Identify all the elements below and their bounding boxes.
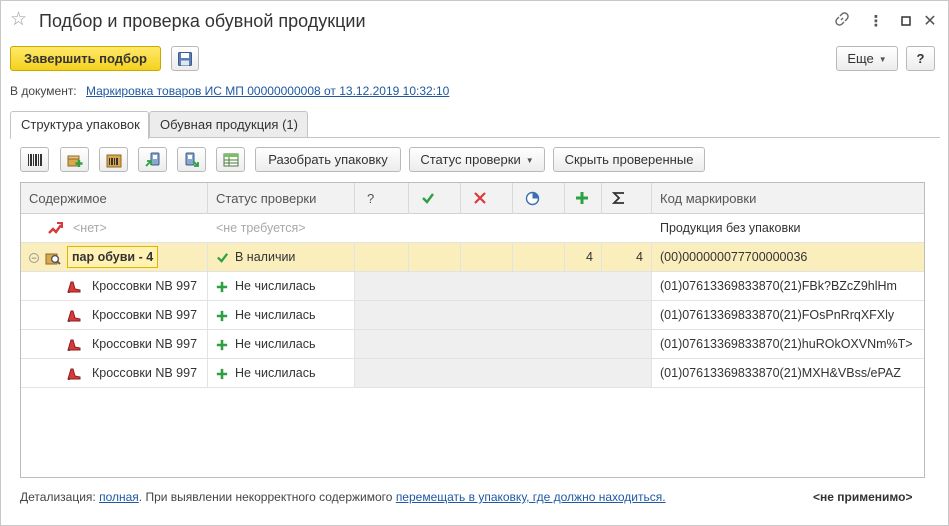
row-content: Кроссовки NB 997 (92, 279, 198, 293)
row-content: <нет> (73, 221, 107, 235)
document-prefix: В документ: (10, 84, 77, 98)
row-added-count: 4 (586, 250, 593, 264)
hide-checked-button[interactable]: Скрыть проверенные (553, 147, 705, 172)
column-header-code[interactable]: Код маркировки (652, 183, 924, 214)
row-content: Кроссовки NB 997 (92, 366, 198, 380)
table-row-selected[interactable]: − пар обуви - 4 В наличии 4 4 (00)000000… (21, 243, 924, 272)
clock-icon (525, 191, 540, 206)
package-add-icon (67, 155, 83, 167)
check-status-button[interactable]: Статус проверки ▼ (409, 147, 545, 172)
column-header-status[interactable]: Статус проверки (208, 183, 355, 214)
document-line: В документ: Маркировка товаров ИС МП 000… (10, 84, 449, 98)
tab-panel-border (10, 137, 940, 138)
check-icon (422, 193, 434, 204)
package-barcode-button[interactable] (99, 147, 128, 172)
shoe-icon (67, 310, 81, 322)
more-button[interactable]: Еще ▼ (836, 46, 898, 71)
marking-icon (48, 222, 63, 235)
move-action-link[interactable]: перемещать в упаковку, где должно находи… (396, 490, 666, 504)
more-menu-icon[interactable]: ⋮ (865, 11, 887, 33)
collapse-icon[interactable]: − (29, 252, 39, 263)
row-code: (01)07613369833870(21)MXH&VBss/ePAZ (660, 366, 901, 380)
table-row[interactable]: Кроссовки NB 997 Не числилась (01)076133… (21, 272, 924, 301)
chevron-down-icon: ▼ (525, 156, 534, 166)
maximize-icon[interactable] (895, 11, 917, 33)
shoe-icon (67, 368, 81, 380)
row-status: Не числилась (235, 337, 316, 351)
package-barcode-icon (106, 154, 122, 168)
column-header-question[interactable]: ? (355, 183, 409, 214)
unpack-button[interactable]: Разобрать упаковку (255, 147, 401, 172)
column-header-checked[interactable] (409, 183, 461, 214)
title-bar: ☆ Подбор и проверка обувной продукции ⋮ … (1, 1, 948, 41)
row-content[interactable]: пар обуви - 4 (66, 246, 159, 268)
row-code: (01)07613369833870(21)FOsPnRrqXFXly (660, 308, 895, 322)
scanner-download-icon (185, 152, 199, 167)
footer-middle-text: . При выявлении некорректного содержимог… (138, 490, 393, 504)
row-status: Не числилась (235, 279, 316, 293)
column-header-pending[interactable] (513, 183, 565, 214)
tab-shoe-products[interactable]: Обувная продукция (1) (149, 111, 308, 138)
document-link[interactable]: Маркировка товаров ИС МП 00000000008 от … (86, 84, 449, 98)
shoe-icon (67, 281, 81, 293)
close-icon[interactable]: ✕ (919, 11, 941, 33)
table-row[interactable]: Кроссовки NB 997 Не числилась (01)076133… (21, 359, 924, 388)
row-content: Кроссовки NB 997 (92, 337, 198, 351)
not-applicable-label: <не применимо> (813, 490, 913, 504)
shoe-icon (67, 339, 81, 351)
save-button[interactable] (171, 46, 199, 71)
footer-prefix: Детализация: (20, 490, 96, 504)
scanner-arrow-icon (145, 152, 160, 167)
save-icon (178, 52, 192, 66)
table-row[interactable]: Кроссовки NB 997 Не числилась (01)076133… (21, 330, 924, 359)
row-status: Не числилась (235, 308, 316, 322)
finish-selection-button[interactable]: Завершить подбор (10, 46, 161, 71)
table-check-icon (223, 153, 239, 167)
row-status: Не числилась (235, 366, 316, 380)
plus-icon (216, 310, 228, 321)
table-row[interactable]: <нет> <не требуется> Продукция без упако… (21, 214, 924, 243)
column-header-total[interactable] (602, 183, 652, 214)
row-code: (01)07613369833870(21)huROkOXVNm%T> (660, 337, 913, 351)
chevron-down-icon: ▼ (878, 55, 887, 65)
scanner-upload-button[interactable] (138, 147, 167, 172)
row-code: (01)07613369833870(21)FBk?BZcZ9hlHm (660, 279, 897, 293)
add-package-button[interactable] (60, 147, 89, 172)
window-title: Подбор и проверка обувной продукции (39, 11, 366, 31)
row-status: В наличии (235, 250, 296, 264)
package-search-icon (45, 253, 62, 265)
plus-icon (576, 192, 588, 204)
column-header-added[interactable] (565, 183, 602, 214)
favorite-star-icon[interactable]: ☆ (10, 10, 27, 30)
scan-barcode-button[interactable] (20, 147, 49, 172)
tab-package-structure[interactable]: Структура упаковок (10, 111, 149, 139)
window: ☆ Подбор и проверка обувной продукции ⋮ … (0, 0, 949, 526)
help-button[interactable]: ? (906, 46, 935, 71)
scanner-download-button[interactable] (177, 147, 206, 172)
link-icon[interactable] (831, 11, 853, 33)
plus-icon (216, 368, 228, 379)
detail-level-link[interactable]: полная (99, 490, 139, 504)
table-row[interactable]: Кроссовки NB 997 Не числилась (01)076133… (21, 301, 924, 330)
row-content: Кроссовки NB 997 (92, 308, 198, 322)
row-total-count: 4 (636, 250, 643, 264)
detail-footer: Детализация: полная. При выявлении некор… (20, 490, 666, 504)
package-structure-table[interactable]: Содержимое Статус проверки ? Код маркиро… (20, 182, 925, 478)
column-header-content[interactable]: Содержимое (21, 183, 208, 214)
row-code: Продукция без упаковки (660, 221, 801, 235)
sigma-icon (611, 192, 624, 204)
table-header: Содержимое Статус проверки ? Код маркиро… (21, 183, 924, 214)
plus-icon (216, 339, 228, 350)
row-code: (00)000000077700000036 (660, 250, 808, 264)
plus-icon (216, 281, 228, 292)
barcode-icon (28, 154, 42, 166)
check-icon (217, 253, 229, 264)
table-select-button[interactable] (216, 147, 245, 172)
row-status: <не требуется> (216, 221, 306, 235)
cross-icon (474, 192, 486, 204)
column-header-missing[interactable] (461, 183, 513, 214)
